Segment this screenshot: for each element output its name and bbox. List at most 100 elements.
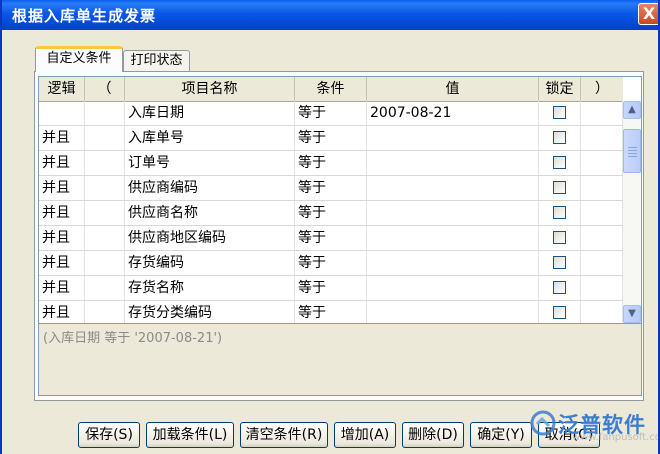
cell-condition[interactable]: 等于 <box>295 176 367 200</box>
cell-logic[interactable] <box>39 101 85 125</box>
table-row[interactable]: 并且 供应商名称 等于 <box>39 201 623 226</box>
cell-condition[interactable]: 等于 <box>295 251 367 275</box>
cell-value[interactable]: 2007-08-21 <box>367 101 539 125</box>
cell-locked[interactable] <box>539 176 581 200</box>
cell-close-paren[interactable] <box>581 276 623 300</box>
lock-checkbox[interactable] <box>553 206 566 219</box>
cell-value[interactable] <box>367 276 539 300</box>
cell-field-name[interactable]: 订单号 <box>125 151 295 175</box>
cell-value[interactable] <box>367 201 539 225</box>
cell-open-paren[interactable] <box>85 301 125 323</box>
cell-locked[interactable] <box>539 301 581 323</box>
cell-logic[interactable]: 并且 <box>39 251 85 275</box>
cell-open-paren[interactable] <box>85 276 125 300</box>
save-button[interactable]: 保存(S) <box>78 422 140 448</box>
cell-field-name[interactable]: 供应商地区编码 <box>125 226 295 250</box>
cell-value[interactable] <box>367 151 539 175</box>
cell-logic[interactable]: 并且 <box>39 276 85 300</box>
table-row[interactable]: 并且 供应商编码 等于 <box>39 176 623 201</box>
cell-value[interactable] <box>367 226 539 250</box>
cell-condition[interactable]: 等于 <box>295 226 367 250</box>
add-button[interactable]: 增加(A) <box>334 422 396 448</box>
cell-close-paren[interactable] <box>581 201 623 225</box>
cell-open-paren[interactable] <box>85 251 125 275</box>
lock-checkbox[interactable] <box>553 131 566 144</box>
title-bar[interactable]: 根据入库单生成发票 X <box>2 0 658 30</box>
cell-value[interactable] <box>367 176 539 200</box>
cell-open-paren[interactable] <box>85 101 125 125</box>
cell-close-paren[interactable] <box>581 251 623 275</box>
cell-locked[interactable] <box>539 201 581 225</box>
cell-logic[interactable]: 并且 <box>39 201 85 225</box>
cell-field-name[interactable]: 存货分类编码 <box>125 301 295 323</box>
header-locked[interactable]: 锁定 <box>539 77 581 101</box>
cell-open-paren[interactable] <box>85 176 125 200</box>
header-value[interactable]: 值 <box>367 77 539 101</box>
vertical-scrollbar[interactable]: ▲ ▼ <box>623 101 641 323</box>
header-close-paren[interactable]: ） <box>581 77 623 101</box>
cell-close-paren[interactable] <box>581 126 623 150</box>
cell-field-name[interactable]: 供应商名称 <box>125 201 295 225</box>
tab-print-status[interactable]: 打印状态 <box>123 50 190 72</box>
lock-checkbox[interactable] <box>553 306 566 319</box>
cell-locked[interactable] <box>539 126 581 150</box>
cell-field-name[interactable]: 存货名称 <box>125 276 295 300</box>
cell-condition[interactable]: 等于 <box>295 101 367 125</box>
table-row[interactable]: 并且 供应商地区编码 等于 <box>39 226 623 251</box>
cell-condition[interactable]: 等于 <box>295 201 367 225</box>
cell-condition[interactable]: 等于 <box>295 126 367 150</box>
cell-close-paren[interactable] <box>581 226 623 250</box>
cell-field-name[interactable]: 存货编码 <box>125 251 295 275</box>
cell-logic[interactable]: 并且 <box>39 226 85 250</box>
header-field-name[interactable]: 项目名称 <box>125 77 295 101</box>
lock-checkbox[interactable] <box>553 256 566 269</box>
cell-close-paren[interactable] <box>581 301 623 323</box>
table-row[interactable]: 并且 存货编码 等于 <box>39 251 623 276</box>
lock-checkbox[interactable] <box>553 156 566 169</box>
header-logic[interactable]: 逻辑 <box>39 77 85 101</box>
cell-open-paren[interactable] <box>85 201 125 225</box>
cell-field-name[interactable]: 供应商编码 <box>125 176 295 200</box>
cell-field-name[interactable]: 入库日期 <box>125 101 295 125</box>
cell-value[interactable] <box>367 251 539 275</box>
cell-logic[interactable]: 并且 <box>39 301 85 323</box>
cell-close-paren[interactable] <box>581 176 623 200</box>
cell-field-name[interactable]: 入库单号 <box>125 126 295 150</box>
cell-locked[interactable] <box>539 151 581 175</box>
cell-value[interactable] <box>367 301 539 323</box>
cell-logic[interactable]: 并且 <box>39 151 85 175</box>
scroll-up-button[interactable]: ▲ <box>623 101 641 119</box>
close-button[interactable]: X <box>638 3 658 25</box>
delete-button[interactable]: 删除(D) <box>402 422 464 448</box>
header-open-paren[interactable]: （ <box>85 77 125 101</box>
cell-close-paren[interactable] <box>581 151 623 175</box>
cell-condition[interactable]: 等于 <box>295 276 367 300</box>
ok-button[interactable]: 确定(Y) <box>470 422 532 448</box>
cell-value[interactable] <box>367 126 539 150</box>
cell-open-paren[interactable] <box>85 226 125 250</box>
header-condition[interactable]: 条件 <box>295 77 367 101</box>
table-row[interactable]: 入库日期 等于 2007-08-21 <box>39 101 623 126</box>
cell-close-paren[interactable] <box>581 101 623 125</box>
scroll-thumb[interactable] <box>623 129 641 173</box>
table-row[interactable]: 并且 存货名称 等于 <box>39 276 623 301</box>
clear-conditions-button[interactable]: 清空条件(R) <box>240 422 328 448</box>
lock-checkbox[interactable] <box>553 281 566 294</box>
lock-checkbox[interactable] <box>553 231 566 244</box>
load-conditions-button[interactable]: 加载条件(L) <box>146 422 234 448</box>
table-row[interactable]: 并且 存货分类编码 等于 <box>39 301 623 323</box>
cell-locked[interactable] <box>539 251 581 275</box>
table-row[interactable]: 并且 入库单号 等于 <box>39 126 623 151</box>
cell-logic[interactable]: 并且 <box>39 126 85 150</box>
cell-locked[interactable] <box>539 226 581 250</box>
cell-open-paren[interactable] <box>85 151 125 175</box>
cell-logic[interactable]: 并且 <box>39 176 85 200</box>
lock-checkbox[interactable] <box>553 106 566 119</box>
cell-condition[interactable]: 等于 <box>295 151 367 175</box>
scroll-down-button[interactable]: ▼ <box>623 305 641 323</box>
table-row[interactable]: 并且 订单号 等于 <box>39 151 623 176</box>
cell-locked[interactable] <box>539 276 581 300</box>
tab-custom-conditions[interactable]: 自定义条件 <box>35 46 123 72</box>
cell-open-paren[interactable] <box>85 126 125 150</box>
cell-locked[interactable] <box>539 101 581 125</box>
